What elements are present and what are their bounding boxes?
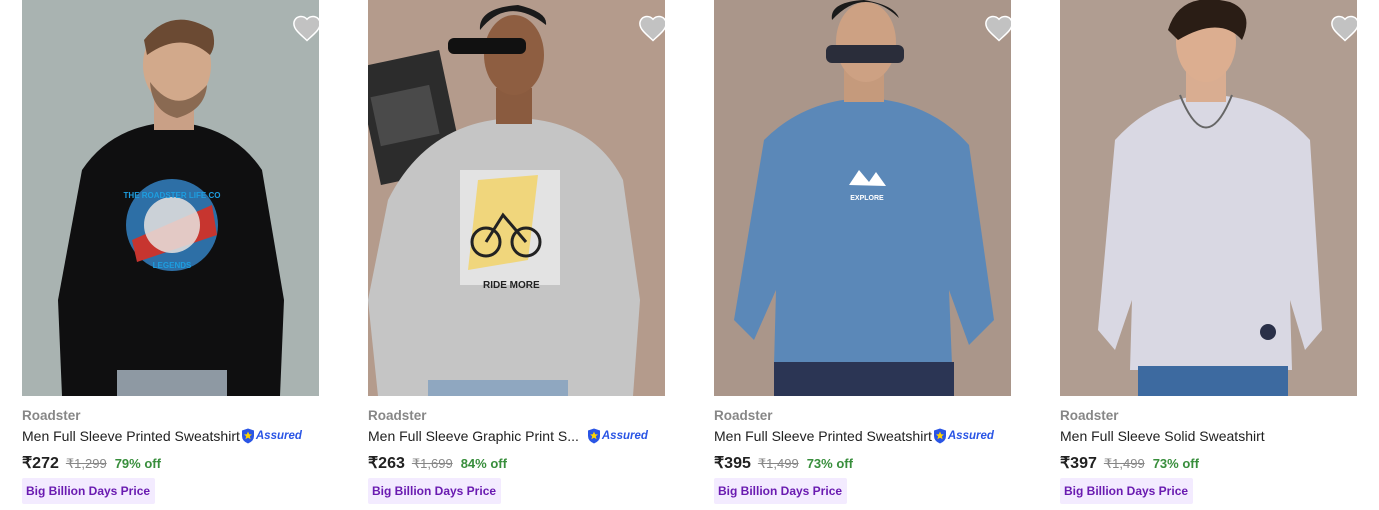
original-price: ₹1,299 bbox=[65, 456, 107, 471]
svg-text:LEGENDS: LEGENDS bbox=[153, 261, 192, 270]
product-photo: RIDE MORE bbox=[368, 0, 665, 396]
product-image[interactable] bbox=[1060, 0, 1357, 396]
selling-price: ₹395 bbox=[714, 455, 751, 472]
assured-badge: Assured bbox=[933, 428, 994, 444]
product-title[interactable]: Men Full Sleeve Printed Sweatshirt bbox=[714, 428, 932, 444]
assured-label: Assured bbox=[255, 430, 302, 442]
product-image[interactable]: EXPLORE bbox=[714, 0, 1011, 396]
heart-icon[interactable] bbox=[292, 14, 319, 42]
product-title-row[interactable]: Men Full Sleeve Graphic Print S... Assur… bbox=[368, 428, 698, 444]
assured-badge: Assured bbox=[241, 428, 302, 444]
price-row: ₹263 ₹1,699 84% off bbox=[368, 453, 507, 473]
product-image[interactable]: THE ROADSTER LIFE CO LEGENDS bbox=[22, 0, 319, 396]
assured-badge: Assured bbox=[587, 428, 648, 444]
product-title-row[interactable]: Men Full Sleeve Printed Sweatshirt Assur… bbox=[714, 428, 1044, 444]
original-price: ₹1,699 bbox=[411, 456, 453, 471]
selling-price: ₹263 bbox=[368, 455, 405, 472]
product-title[interactable]: Men Full Sleeve Solid Sweatshirt bbox=[1060, 428, 1265, 444]
product-title-row[interactable]: Men Full Sleeve Printed Sweatshirt Assur… bbox=[22, 428, 352, 444]
product-title[interactable]: Men Full Sleeve Printed Sweatshirt bbox=[22, 428, 240, 444]
original-price: ₹1,499 bbox=[757, 456, 799, 471]
assured-label: Assured bbox=[601, 430, 648, 442]
svg-text:RIDE MORE: RIDE MORE bbox=[483, 280, 540, 291]
discount-percent: 73% off bbox=[806, 456, 853, 471]
assured-shield-icon bbox=[241, 428, 254, 444]
heart-icon[interactable] bbox=[984, 14, 1011, 42]
product-brand: Roadster bbox=[1060, 408, 1119, 423]
selling-price: ₹272 bbox=[22, 455, 59, 472]
product-card[interactable]: EXPLORE Roadster Men Full Sleeve Printed… bbox=[714, 0, 1011, 504]
heart-icon[interactable] bbox=[1330, 14, 1357, 42]
assured-shield-icon bbox=[587, 428, 600, 444]
discount-percent: 73% off bbox=[1152, 456, 1199, 471]
selling-price: ₹397 bbox=[1060, 455, 1097, 472]
discount-percent: 79% off bbox=[114, 456, 161, 471]
product-photo bbox=[1060, 0, 1357, 396]
price-row: ₹397 ₹1,499 73% off bbox=[1060, 453, 1199, 473]
offer-badge: Big Billion Days Price bbox=[22, 478, 156, 504]
original-price: ₹1,499 bbox=[1103, 456, 1145, 471]
product-card[interactable]: THE ROADSTER LIFE CO LEGENDS Roadster Me… bbox=[22, 0, 319, 504]
product-title[interactable]: Men Full Sleeve Graphic Print S... bbox=[368, 428, 579, 444]
product-image[interactable]: RIDE MORE bbox=[368, 0, 665, 396]
product-brand: Roadster bbox=[368, 408, 427, 423]
product-card[interactable]: RIDE MORE Roadster Men Full Sleeve Graph… bbox=[368, 0, 665, 504]
assured-label: Assured bbox=[947, 430, 994, 442]
product-brand: Roadster bbox=[714, 408, 773, 423]
product-title-row[interactable]: Men Full Sleeve Solid Sweatshirt bbox=[1060, 428, 1379, 444]
assured-shield-icon bbox=[933, 428, 946, 444]
product-card[interactable]: Roadster Men Full Sleeve Solid Sweatshir… bbox=[1060, 0, 1357, 504]
svg-text:THE ROADSTER LIFE CO: THE ROADSTER LIFE CO bbox=[124, 191, 221, 200]
heart-icon[interactable] bbox=[638, 14, 665, 42]
offer-badge: Big Billion Days Price bbox=[1060, 478, 1194, 504]
product-photo: EXPLORE bbox=[714, 0, 1011, 396]
product-brand: Roadster bbox=[22, 408, 81, 423]
offer-badge: Big Billion Days Price bbox=[368, 478, 502, 504]
discount-percent: 84% off bbox=[460, 456, 507, 471]
offer-badge: Big Billion Days Price bbox=[714, 478, 848, 504]
price-row: ₹272 ₹1,299 79% off bbox=[22, 453, 161, 473]
price-row: ₹395 ₹1,499 73% off bbox=[714, 453, 853, 473]
svg-text:EXPLORE: EXPLORE bbox=[850, 195, 884, 202]
product-photo: THE ROADSTER LIFE CO LEGENDS bbox=[22, 0, 319, 396]
